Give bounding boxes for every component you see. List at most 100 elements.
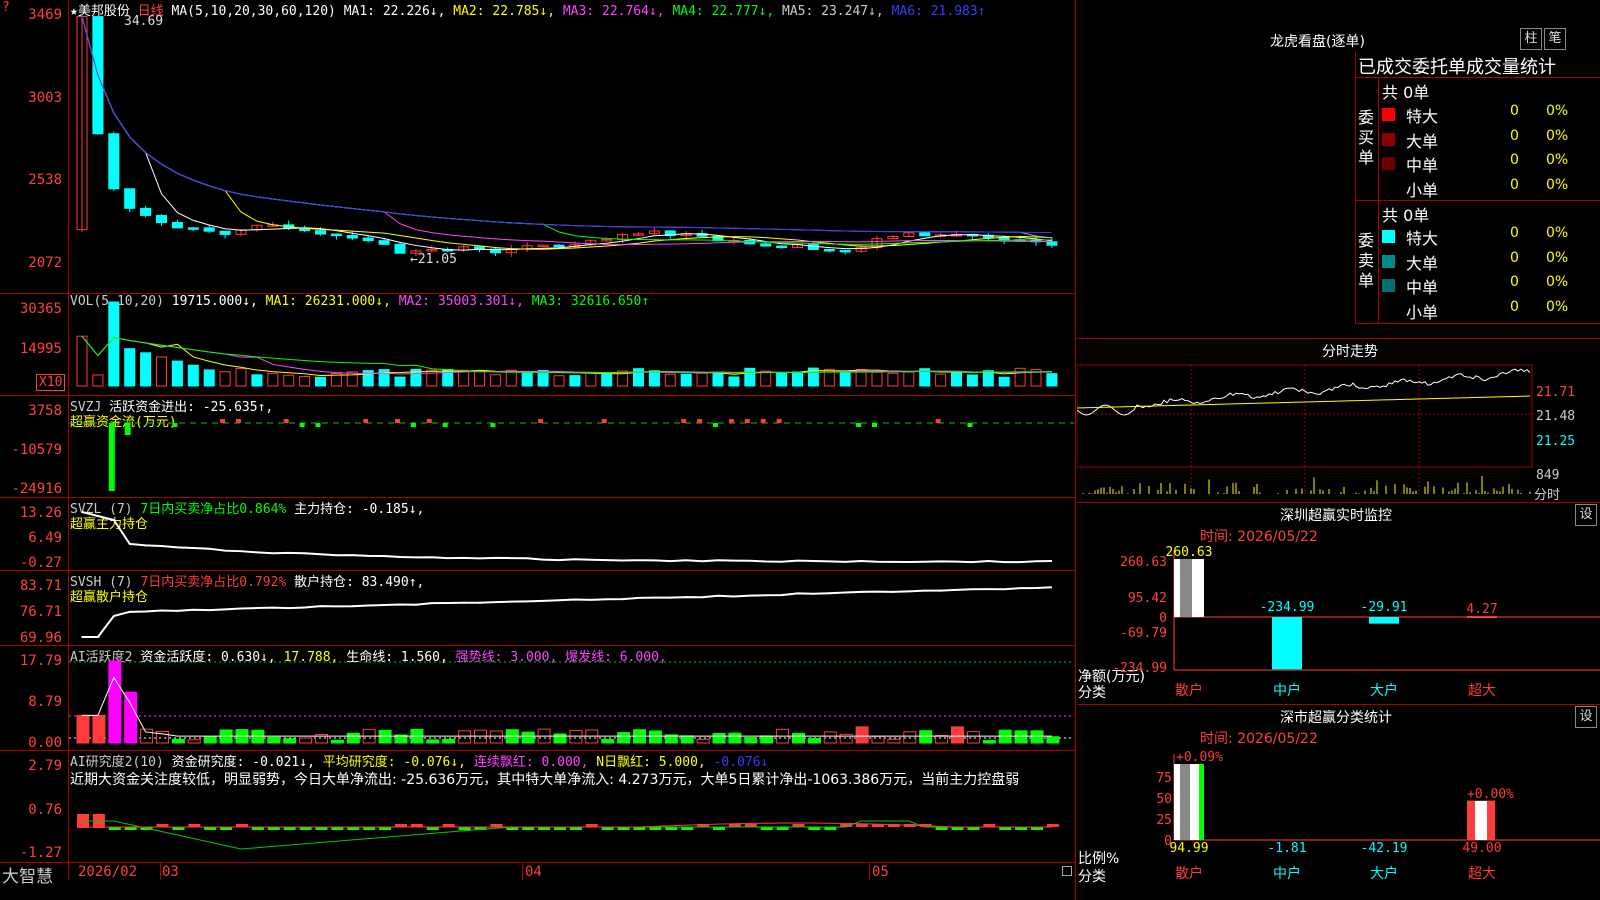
class-chart[interactable]: 7550250+0.09%94.99散户-1.81中户-42.19大户+0.00… <box>1077 744 1600 900</box>
activity-bar <box>744 737 758 744</box>
vol-bar <box>664 373 676 387</box>
svzj-chart[interactable] <box>69 396 1074 497</box>
flow-bar <box>410 423 416 427</box>
vol-bar <box>489 374 501 387</box>
activity-bar <box>871 735 885 744</box>
vol-bar <box>1014 367 1026 387</box>
legend-swatch <box>1382 279 1395 292</box>
activity-bar <box>489 730 503 744</box>
vol-bar <box>283 374 295 387</box>
svzj-ylabel: -10579 <box>11 442 62 458</box>
activity-bar <box>521 731 535 744</box>
vol-bar <box>998 376 1010 387</box>
candle-body <box>315 230 326 235</box>
activity-bar <box>712 732 726 744</box>
activity-bar <box>823 731 837 744</box>
price-chart[interactable] <box>69 0 1074 293</box>
svzl-ylabel: -0.27 <box>19 555 62 571</box>
class-value-label: -1.81 <box>1267 841 1306 856</box>
monitor-value-label: 4.27 <box>1466 602 1497 617</box>
holding-line <box>81 511 1052 564</box>
ai2-ylabel: 2.79 <box>28 758 62 774</box>
monitor-bar <box>1369 617 1399 624</box>
vol-bar <box>633 368 644 387</box>
vol-bar <box>569 375 581 387</box>
candle-body <box>474 246 485 250</box>
activity-bar <box>203 736 217 744</box>
activity-bar <box>92 714 106 744</box>
vol-bar <box>140 352 152 387</box>
candle-body <box>140 207 152 216</box>
flow-bar <box>299 423 305 427</box>
order-stat-row: 小单 0 0% <box>1382 299 1600 322</box>
order-size-label: 大单 <box>1406 131 1439 151</box>
vol-bar <box>887 372 899 387</box>
vol-bar <box>171 360 183 387</box>
vol-bar <box>648 370 660 387</box>
vol-chart[interactable] <box>69 294 1074 395</box>
order-stat-row: 中单 0 0% <box>1382 274 1600 297</box>
vol-bar <box>474 371 485 387</box>
flow-bar <box>713 423 718 427</box>
ai1-chart[interactable] <box>69 646 1074 750</box>
vol-bar <box>601 373 613 387</box>
activity-bar <box>283 738 297 744</box>
price-ylabel: 3469 <box>28 7 62 23</box>
bar-view-button[interactable]: 柱 <box>1520 28 1542 50</box>
vol-bar <box>156 356 167 387</box>
svzl-chart[interactable] <box>69 498 1074 570</box>
svsh-ylabel: 69.96 <box>19 630 62 646</box>
lock-icon[interactable] <box>1062 866 1072 876</box>
ai1-ylabel: 17.79 <box>19 653 62 669</box>
class-top-label: +0.00% <box>1467 787 1514 802</box>
flow-bar <box>490 423 496 427</box>
flow-bar <box>935 419 941 423</box>
activity-bar <box>330 739 344 744</box>
vol-bar <box>553 375 565 387</box>
tick-view-button[interactable]: 笔 <box>1544 28 1566 50</box>
flow-bar <box>760 419 766 423</box>
intraday-ylabel: 21.48 <box>1536 409 1576 424</box>
intraday-frame <box>1077 364 1533 468</box>
order-size-label: 小单 <box>1406 302 1439 322</box>
order-stat-row: 特大 0 0% <box>1382 225 1600 248</box>
class-settings-button[interactable]: 设 <box>1575 706 1597 728</box>
order-stat-row: 小单 0 0% <box>1382 177 1600 200</box>
vol-bar <box>203 369 215 387</box>
order-size-label: 中单 <box>1406 278 1439 297</box>
svsh-chart[interactable] <box>69 571 1074 645</box>
candle-body <box>394 243 406 254</box>
monitor-value-label: -29.91 <box>1361 600 1408 615</box>
activity-bar <box>903 731 917 744</box>
activity-bar <box>807 738 821 744</box>
activity-bar <box>792 732 805 744</box>
vol-bar <box>315 376 326 387</box>
xaxis-label: 04 <box>525 864 542 880</box>
svzl-ylabel: 6.49 <box>28 530 62 546</box>
flow-bar <box>728 419 734 423</box>
order-size-label: 特大 <box>1406 229 1439 248</box>
monitor-category-label: 大户 <box>1370 682 1398 699</box>
monitor-ylabel: -234.99 <box>1112 661 1167 676</box>
avg-price-line <box>1077 395 1531 409</box>
ai2-chart[interactable] <box>69 751 1074 862</box>
svzl-ylabel: 13.26 <box>19 505 62 521</box>
order-percent: 0% <box>1546 103 1569 119</box>
activity-bar <box>251 729 265 744</box>
activity-bar <box>1046 736 1060 744</box>
vol-bar <box>251 374 263 387</box>
activity-bar <box>648 730 662 744</box>
vol-ylabel: 14995 <box>19 341 62 357</box>
flow-bar <box>124 423 131 435</box>
monitor-chart[interactable]: 260.63 95.42 0-69.79 -234.99 260.63 散户 -234.99… <box>1077 540 1600 702</box>
monitor-settings-button[interactable]: 设 <box>1575 504 1597 526</box>
candle-body <box>124 188 136 209</box>
intraday-chart[interactable] <box>1077 360 1533 500</box>
candle-body <box>346 235 358 239</box>
flow-bar <box>236 419 241 423</box>
activity-bar <box>553 733 567 744</box>
candle-body <box>108 133 120 190</box>
monitor-value-label: 260.63 <box>1166 545 1213 560</box>
order-percent: 0% <box>1546 127 1569 144</box>
svzj-ylabel: -24916 <box>11 481 62 497</box>
